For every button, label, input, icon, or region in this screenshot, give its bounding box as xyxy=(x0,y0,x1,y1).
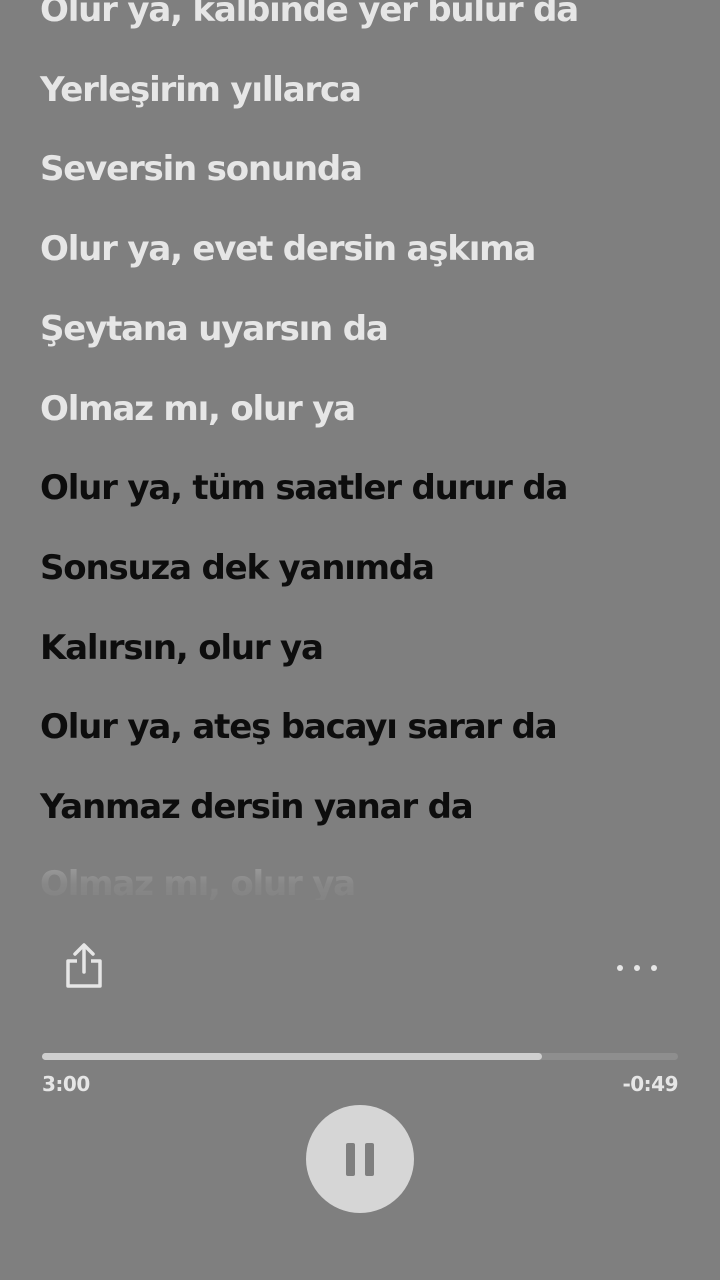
lyric-line[interactable]: Olur ya, kalbinde yer bulur da xyxy=(40,0,579,32)
lyric-line[interactable]: Seversin sonunda xyxy=(40,147,363,191)
lyric-line[interactable]: Olur ya, ateş bacayı sarar da xyxy=(40,705,558,749)
share-icon xyxy=(66,943,102,988)
lyric-line[interactable]: Olur ya, evet dersin aşkıma xyxy=(40,227,536,271)
lyric-line[interactable]: Kalırsın, olur ya xyxy=(40,626,324,670)
lyric-line[interactable]: Olmaz mı, olur ya xyxy=(40,862,356,900)
lyric-line[interactable]: Olmaz mı, olur ya xyxy=(40,387,356,431)
lyric-line[interactable]: Şeytana uyarsın da xyxy=(40,307,389,351)
elapsed-time: 3:00 xyxy=(42,1072,90,1096)
progress-fill xyxy=(42,1053,542,1060)
more-options-button[interactable] xyxy=(612,950,662,986)
lyric-line[interactable]: Yanmaz dersin yanar da xyxy=(40,785,474,829)
lyrics-screen: Olur ya, kalbinde yer bulur da Yerleşiri… xyxy=(0,0,720,1280)
lyric-line[interactable]: Yerleşirim yıllarca xyxy=(40,68,362,112)
more-horizontal-icon xyxy=(617,965,657,971)
lyric-line[interactable]: Olur ya, tüm saatler durur da xyxy=(40,466,568,510)
lyrics-panel[interactable]: Olur ya, kalbinde yer bulur da Yerleşiri… xyxy=(0,0,720,900)
progress-slider[interactable] xyxy=(42,1053,678,1060)
pause-button[interactable] xyxy=(306,1105,414,1213)
remaining-time: -0:49 xyxy=(622,1072,678,1096)
share-button[interactable] xyxy=(58,938,110,994)
lyric-line[interactable]: Sonsuza dek yanımda xyxy=(40,546,435,590)
pause-bar xyxy=(346,1143,355,1176)
pause-bar xyxy=(365,1143,374,1176)
